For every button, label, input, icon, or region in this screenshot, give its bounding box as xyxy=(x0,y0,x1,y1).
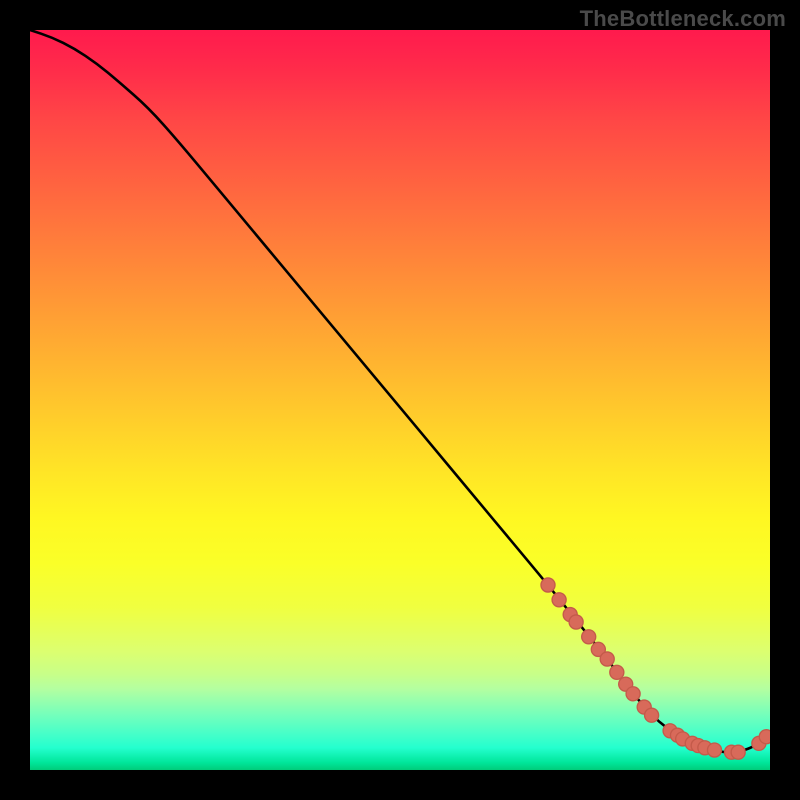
chart-stage: TheBottleneck.com xyxy=(0,0,800,800)
plot-area xyxy=(30,30,770,770)
chart-svg xyxy=(30,30,770,770)
curve-markers xyxy=(541,578,770,759)
curve-line xyxy=(30,30,770,752)
marker-dot xyxy=(626,687,640,701)
marker-dot xyxy=(707,743,721,757)
marker-dot xyxy=(610,665,624,679)
attribution-text: TheBottleneck.com xyxy=(580,6,786,32)
marker-dot xyxy=(731,745,745,759)
marker-dot xyxy=(552,593,566,607)
marker-dot xyxy=(582,630,596,644)
marker-dot xyxy=(541,578,555,592)
marker-dot xyxy=(600,652,614,666)
marker-dot xyxy=(645,708,659,722)
marker-dot xyxy=(569,615,583,629)
marker-dot xyxy=(759,730,770,744)
